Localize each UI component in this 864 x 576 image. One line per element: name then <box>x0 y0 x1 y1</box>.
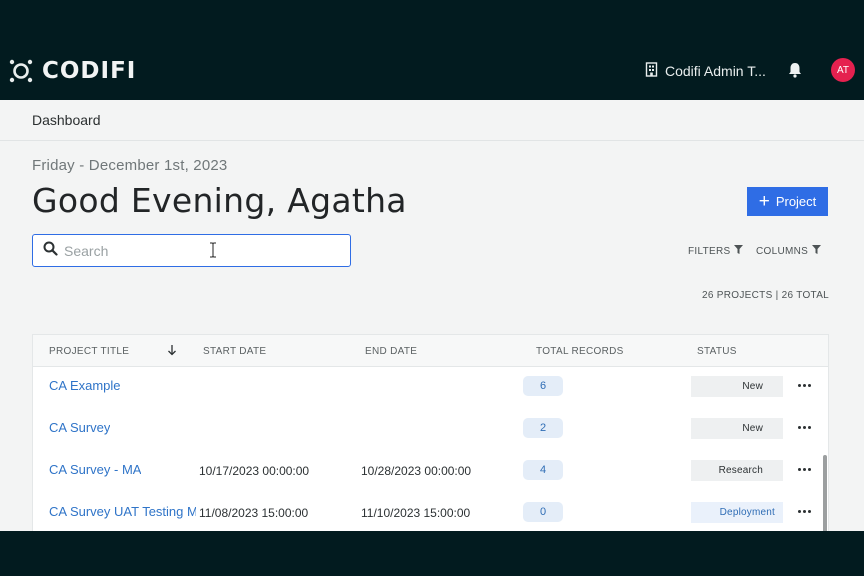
add-project-button[interactable]: + Project <box>747 187 828 216</box>
table-row[interactable]: CA Survey UAT Testing M 11/08/2023 15:00… <box>33 493 828 531</box>
end-date: 10/28/2023 00:00:00 <box>361 464 472 478</box>
org-name: Codifi Admin T... <box>665 63 766 79</box>
records-badge: 4 <box>523 460 563 480</box>
org-switcher[interactable]: Codifi Admin T... <box>645 62 766 80</box>
start-date: 11/08/2023 15:00:00 <box>199 506 309 520</box>
search-icon <box>43 241 58 261</box>
column-header-start[interactable]: START DATE <box>203 346 266 357</box>
filter-icon <box>734 245 744 257</box>
bell-icon[interactable] <box>786 61 804 79</box>
table-header: PROJECT TITLE START DATE END DATE TOTAL … <box>33 335 828 367</box>
table-row[interactable]: CA Example 6 New <box>33 367 828 409</box>
start-date: 10/17/2023 00:00:00 <box>199 464 310 478</box>
records-badge: 6 <box>523 376 563 396</box>
breadcrumb-dashboard[interactable]: Dashboard <box>32 112 101 128</box>
building-icon <box>645 62 658 80</box>
project-title-link[interactable]: CA Survey <box>49 420 110 435</box>
sort-down-icon[interactable] <box>167 344 177 356</box>
user-avatar[interactable]: AT <box>831 58 855 82</box>
filters-label: FILTERS <box>688 245 731 257</box>
projects-summary: 26 PROJECTS | 26 TOTAL <box>702 290 830 301</box>
filter-icon <box>812 245 822 257</box>
columns-label: COLUMNS <box>756 245 809 257</box>
current-date: Friday - December 1st, 2023 <box>32 157 228 174</box>
project-title-link[interactable]: CA Survey UAT Testing M <box>49 504 196 519</box>
bottom-bar <box>0 531 864 576</box>
status-badge: Research <box>691 460 783 481</box>
app-logo[interactable]: CODIFI <box>8 58 136 84</box>
status-badge: New <box>691 376 783 397</box>
more-options-icon[interactable] <box>795 501 813 521</box>
search-box[interactable] <box>32 234 351 267</box>
records-badge: 0 <box>523 502 563 522</box>
project-title-link[interactable]: CA Example <box>49 378 121 393</box>
column-header-records[interactable]: TOTAL RECORDS <box>536 346 624 357</box>
more-options-icon[interactable] <box>795 375 813 395</box>
page-title: Good Evening, Agatha <box>32 181 407 220</box>
end-date: 11/10/2023 15:00:00 <box>361 506 471 520</box>
breadcrumb: Dashboard <box>0 100 864 141</box>
top-bar: CODIFI Codifi Admin T... AT <box>0 0 864 100</box>
more-options-icon[interactable] <box>795 459 813 479</box>
project-title-link[interactable]: CA Survey - MA <box>49 462 141 477</box>
search-input[interactable] <box>64 242 324 259</box>
columns-button[interactable]: COLUMNS <box>756 245 822 257</box>
codifi-logo-icon <box>8 58 34 84</box>
table-row[interactable]: CA Survey 2 New <box>33 409 828 451</box>
records-badge: 2 <box>523 418 563 438</box>
column-header-end[interactable]: END DATE <box>365 346 417 357</box>
logo-text: CODIFI <box>42 58 137 84</box>
column-header-title[interactable]: PROJECT TITLE <box>49 346 129 357</box>
projects-table: PROJECT TITLE START DATE END DATE TOTAL … <box>32 334 829 531</box>
add-project-label: Project <box>775 194 817 209</box>
status-badge: New <box>691 418 783 439</box>
column-header-status[interactable]: STATUS <box>697 346 737 357</box>
filters-button[interactable]: FILTERS <box>688 245 744 257</box>
table-row[interactable]: CA Survey - MA 10/17/2023 00:00:00 10/28… <box>33 451 828 493</box>
plus-icon: + <box>758 191 770 212</box>
main-content: Dashboard Friday - December 1st, 2023 Go… <box>0 100 864 531</box>
table-scrollbar[interactable] <box>823 455 827 531</box>
more-options-icon[interactable] <box>795 417 813 437</box>
text-cursor-icon <box>209 242 217 258</box>
status-badge: Deployment <box>691 502 783 523</box>
